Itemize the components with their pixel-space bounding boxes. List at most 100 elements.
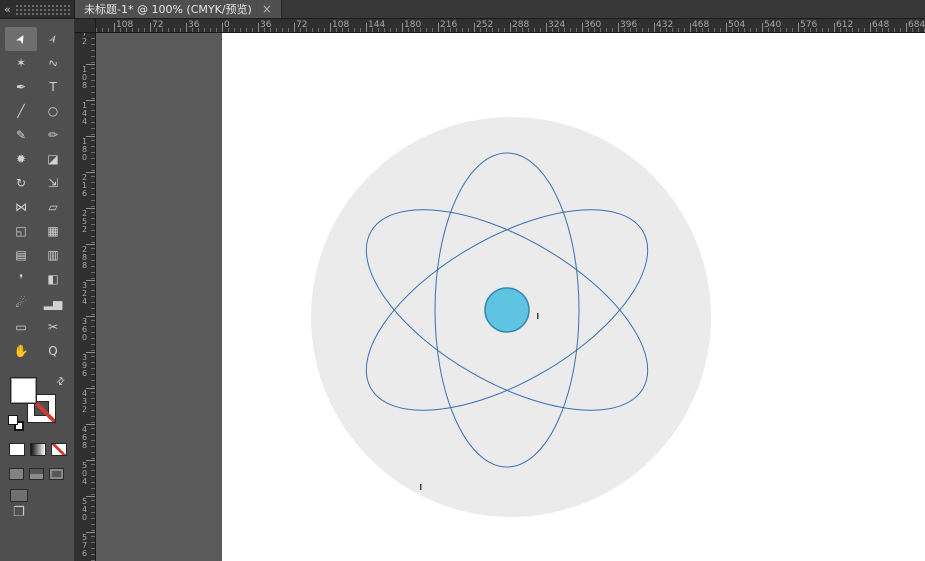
ruler-major-tick [870,23,871,32]
default-fill-stroke-button[interactable] [8,415,26,432]
ruler-corner[interactable] [75,19,96,33]
pen-tool-icon: ✒ [15,80,27,94]
horizontal-ruler[interactable]: 108 72 36 0 36 72 108 144 180 216 252 288 324 360 396 4… [96,19,925,33]
ruler-label: 36 [260,20,272,30]
canvas-viewport[interactable] [96,33,925,561]
ruler-label: 72 [296,20,308,30]
width-tool-icon: ⋈ [15,200,27,214]
ruler-label: 468 [80,425,89,449]
pencil-tool-icon: ✏ [47,128,59,142]
ruler-label: 144 [368,20,386,30]
selection-tool-icon: ➤ [12,31,30,47]
eraser-tool-icon: ◪ [47,152,59,166]
none-button[interactable] [51,443,67,456]
slice-tool-icon: ✂ [47,320,59,334]
stray-anchor-mark[interactable] [420,484,422,490]
draw-inside-mode[interactable] [49,468,64,480]
ruler-label: 324 [80,281,89,305]
screen-mode-button[interactable] [10,489,28,502]
ruler-label: 324 [548,20,566,30]
ruler-major-tick [330,23,331,32]
perspective-grid-tool[interactable]: ▦ [37,219,69,243]
eraser-tool[interactable]: ◪ [37,147,69,171]
color-button[interactable] [9,443,25,456]
selection-tool[interactable]: ➤ [5,27,37,51]
ruler-label: 360 [584,20,602,30]
zoom-tool[interactable]: Q [37,339,69,363]
fill-swatch[interactable] [10,377,37,404]
ellipse-tool[interactable]: ○ [37,99,69,123]
pen-tool[interactable]: ✒ [5,75,37,99]
slice-tool[interactable]: ✂ [37,315,69,339]
vertical-ruler-fine-ticks [91,33,95,561]
ruler-major-tick [618,23,619,32]
gradient-button[interactable] [30,443,46,456]
blob-brush-tool[interactable]: ✹ [5,147,37,171]
hand-tool[interactable]: ✋ [5,339,37,363]
artboard-tool[interactable]: ▭ [5,315,37,339]
blend-tool[interactable]: ◧ [37,267,69,291]
column-graph-tool[interactable]: ▂▅ [37,291,69,315]
default-fill-swatch [8,415,18,425]
ruler-label: 108 [332,20,350,30]
ruler-label: 360 [80,317,89,341]
document-tab-title: 未标题-1* @ 100% (CMYK/预览) [84,3,252,16]
stray-anchor-mark[interactable] [537,313,539,319]
blend-tool-icon: ◧ [47,272,59,286]
panel-dock-header: « [0,0,75,18]
eyedropper-tool[interactable]: ❜ [5,267,37,291]
draw-normal-mode[interactable] [9,468,24,480]
ruler-label: 0 [224,20,230,30]
vertical-ruler[interactable]: 72 108 144 180 216 252 288 324 360 396 432 468 504 54… [75,33,96,561]
ruler-label: 684 [908,20,925,30]
hand-tool-icon: ✋ [13,344,29,358]
collapse-panels-icon[interactable]: « [4,4,11,15]
nucleus-circle[interactable] [484,287,530,333]
tab-close-icon[interactable]: × [262,3,272,15]
symbol-sprayer-tool[interactable]: ☄ [5,291,37,315]
ruler-label: 504 [80,461,89,485]
ruler-major-tick [834,23,835,32]
ruler-label: 144 [80,101,89,125]
ruler-label: 288 [80,245,89,269]
ruler-major-tick [186,23,187,32]
drawing-mode-buttons [9,468,64,480]
eyedropper-tool-icon: ❜ [19,272,23,286]
free-transform-tool[interactable]: ▱ [37,195,69,219]
ruler-label: 72 [80,33,89,45]
line-segment-tool[interactable]: ╱ [5,99,37,123]
rotate-tool[interactable]: ↻ [5,171,37,195]
panels-icon[interactable]: ❐ [13,505,25,520]
ruler-label: 396 [80,353,89,377]
ruler-major-tick [582,23,583,32]
gradient-tool[interactable]: ▥ [37,243,69,267]
mesh-tool[interactable]: ▤ [5,243,37,267]
dock-grip-texture [14,3,70,15]
ruler-major-tick [474,23,475,32]
lasso-tool[interactable]: ∿ [37,51,69,75]
ruler-major-tick [114,23,115,32]
pencil-tool[interactable]: ✏ [37,123,69,147]
ruler-major-tick [906,23,907,32]
ruler-label: 540 [764,20,782,30]
draw-behind-mode[interactable] [29,468,44,480]
zoom-tool-icon: Q [48,344,58,358]
swap-fill-stroke-icon[interactable]: ⇄ [54,375,68,389]
ruler-label: 108 [116,20,134,30]
ellipse-tool-icon: ○ [47,104,59,118]
width-tool[interactable]: ⋈ [5,195,37,219]
magic-wand-tool-icon: ✶ [15,56,27,70]
ruler-label: 216 [440,20,458,30]
direct-selection-tool[interactable]: ➢ [37,27,69,51]
paintbrush-tool[interactable]: ✎ [5,123,37,147]
type-tool[interactable]: T [37,75,69,99]
ruler-major-tick [726,23,727,32]
ruler-label: 180 [404,20,422,30]
free-transform-tool-icon: ▱ [48,200,58,214]
shape-builder-tool[interactable]: ◱ [5,219,37,243]
scale-tool[interactable]: ⇲ [37,171,69,195]
illustrator-window: « 未标题-1* @ 100% (CMYK/预览) × ➤ ➢ ✶ ∿ ✒ T ╱ ○ ✎ ✏ ✹ ◪… [0,0,925,561]
document-tab[interactable]: 未标题-1* @ 100% (CMYK/预览) × [75,0,282,18]
magic-wand-tool[interactable]: ✶ [5,51,37,75]
ruler-label: 540 [80,497,89,521]
